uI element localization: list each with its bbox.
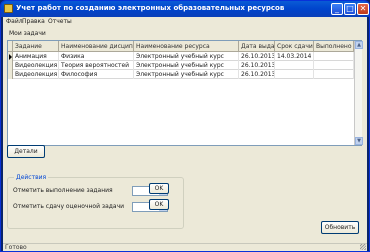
main-window: Учет работ по созданию электронных образ… xyxy=(0,0,370,252)
section-title: Мои задачи xyxy=(9,30,46,37)
resize-grip-icon[interactable] xyxy=(360,244,366,250)
app-icon xyxy=(4,4,13,13)
cell-done[interactable] xyxy=(314,61,354,70)
column-header-resource[interactable]: Наименование ресурса xyxy=(134,41,239,52)
ok-button-1[interactable]: OK xyxy=(149,183,169,194)
cell-discipline[interactable]: Физика xyxy=(59,52,134,61)
cell-discipline[interactable]: Философия xyxy=(59,70,134,79)
table-row[interactable]: Анимация Физика Электронный учебный курс… xyxy=(13,52,354,61)
mark-task-done-label: Отметить выполнение задания xyxy=(13,187,113,194)
column-header-discipline[interactable]: Наименование дисциплины xyxy=(59,41,134,52)
current-row-icon xyxy=(9,54,12,60)
table-row[interactable]: Видеолекция Философия Электронный учебны… xyxy=(13,70,354,79)
status-text: Готово xyxy=(5,244,27,251)
mark-assessment-label: Отметить сдачу оценочной задачи xyxy=(13,203,125,210)
scroll-down-icon[interactable]: ▼ xyxy=(355,137,363,145)
ok-button-2[interactable]: OK xyxy=(149,199,169,210)
actions-group: Действия Отметить выполнение задания ▼ O… xyxy=(7,174,184,229)
window-title: Учет работ по созданию электронных образ… xyxy=(16,4,285,12)
cell-due-date[interactable] xyxy=(275,61,314,70)
cell-due-date[interactable]: 14.03.2014 xyxy=(275,52,314,61)
refresh-button[interactable]: Обновить xyxy=(321,221,359,234)
actions-group-title: Действия xyxy=(14,174,49,181)
client-area: Файл Правка Отчеты Мои задачи Задание На… xyxy=(3,17,367,251)
menu-file[interactable]: Файл xyxy=(6,18,23,25)
column-header-task[interactable]: Задание xyxy=(13,41,59,52)
column-header-issue-date[interactable]: Дата выдачи xyxy=(239,41,275,52)
cell-issue-date[interactable]: 26.10.2013 xyxy=(239,52,275,61)
cell-task[interactable]: Видеолекция xyxy=(13,61,59,70)
vertical-scrollbar[interactable]: ▲ ▼ xyxy=(354,41,363,145)
cell-done[interactable] xyxy=(314,52,354,61)
scroll-up-icon[interactable]: ▲ xyxy=(355,41,363,49)
cell-resource[interactable]: Электронный учебный курс xyxy=(134,52,239,61)
tasks-grid[interactable]: Задание Наименование дисциплины Наименов… xyxy=(7,40,363,146)
cell-resource[interactable]: Электронный учебный курс xyxy=(134,61,239,70)
cell-task[interactable]: Анимация xyxy=(13,52,59,61)
menu-bar: Файл Правка Отчеты xyxy=(3,17,367,26)
column-header-due-date[interactable]: Срок сдачи xyxy=(275,41,314,52)
cell-done[interactable] xyxy=(314,70,354,79)
cell-issue-date[interactable]: 26.10.2013 xyxy=(239,70,275,79)
maximize-button[interactable]: □ xyxy=(344,3,356,15)
close-button[interactable]: ✕ xyxy=(357,3,369,15)
details-button[interactable]: Детали xyxy=(7,145,45,158)
table-row[interactable]: Видеолекция Теория вероятностей Электрон… xyxy=(13,61,354,70)
menu-reports[interactable]: Отчеты xyxy=(48,18,72,25)
minimize-button[interactable]: _ xyxy=(331,3,343,15)
cell-issue-date[interactable]: 26.10.2013 xyxy=(239,61,275,70)
cell-due-date[interactable] xyxy=(275,70,314,79)
cell-discipline[interactable]: Теория вероятностей xyxy=(59,61,134,70)
menu-edit[interactable]: Правка xyxy=(22,18,45,25)
grid-header: Задание Наименование дисциплины Наименов… xyxy=(8,41,354,52)
column-header-done[interactable]: Выполнено xyxy=(314,41,354,52)
status-bar: Готово xyxy=(3,243,367,251)
cell-task[interactable]: Видеолекция xyxy=(13,70,59,79)
cell-resource[interactable]: Электронный учебный курс xyxy=(134,70,239,79)
title-bar[interactable]: Учет работ по созданию электронных образ… xyxy=(1,1,369,17)
